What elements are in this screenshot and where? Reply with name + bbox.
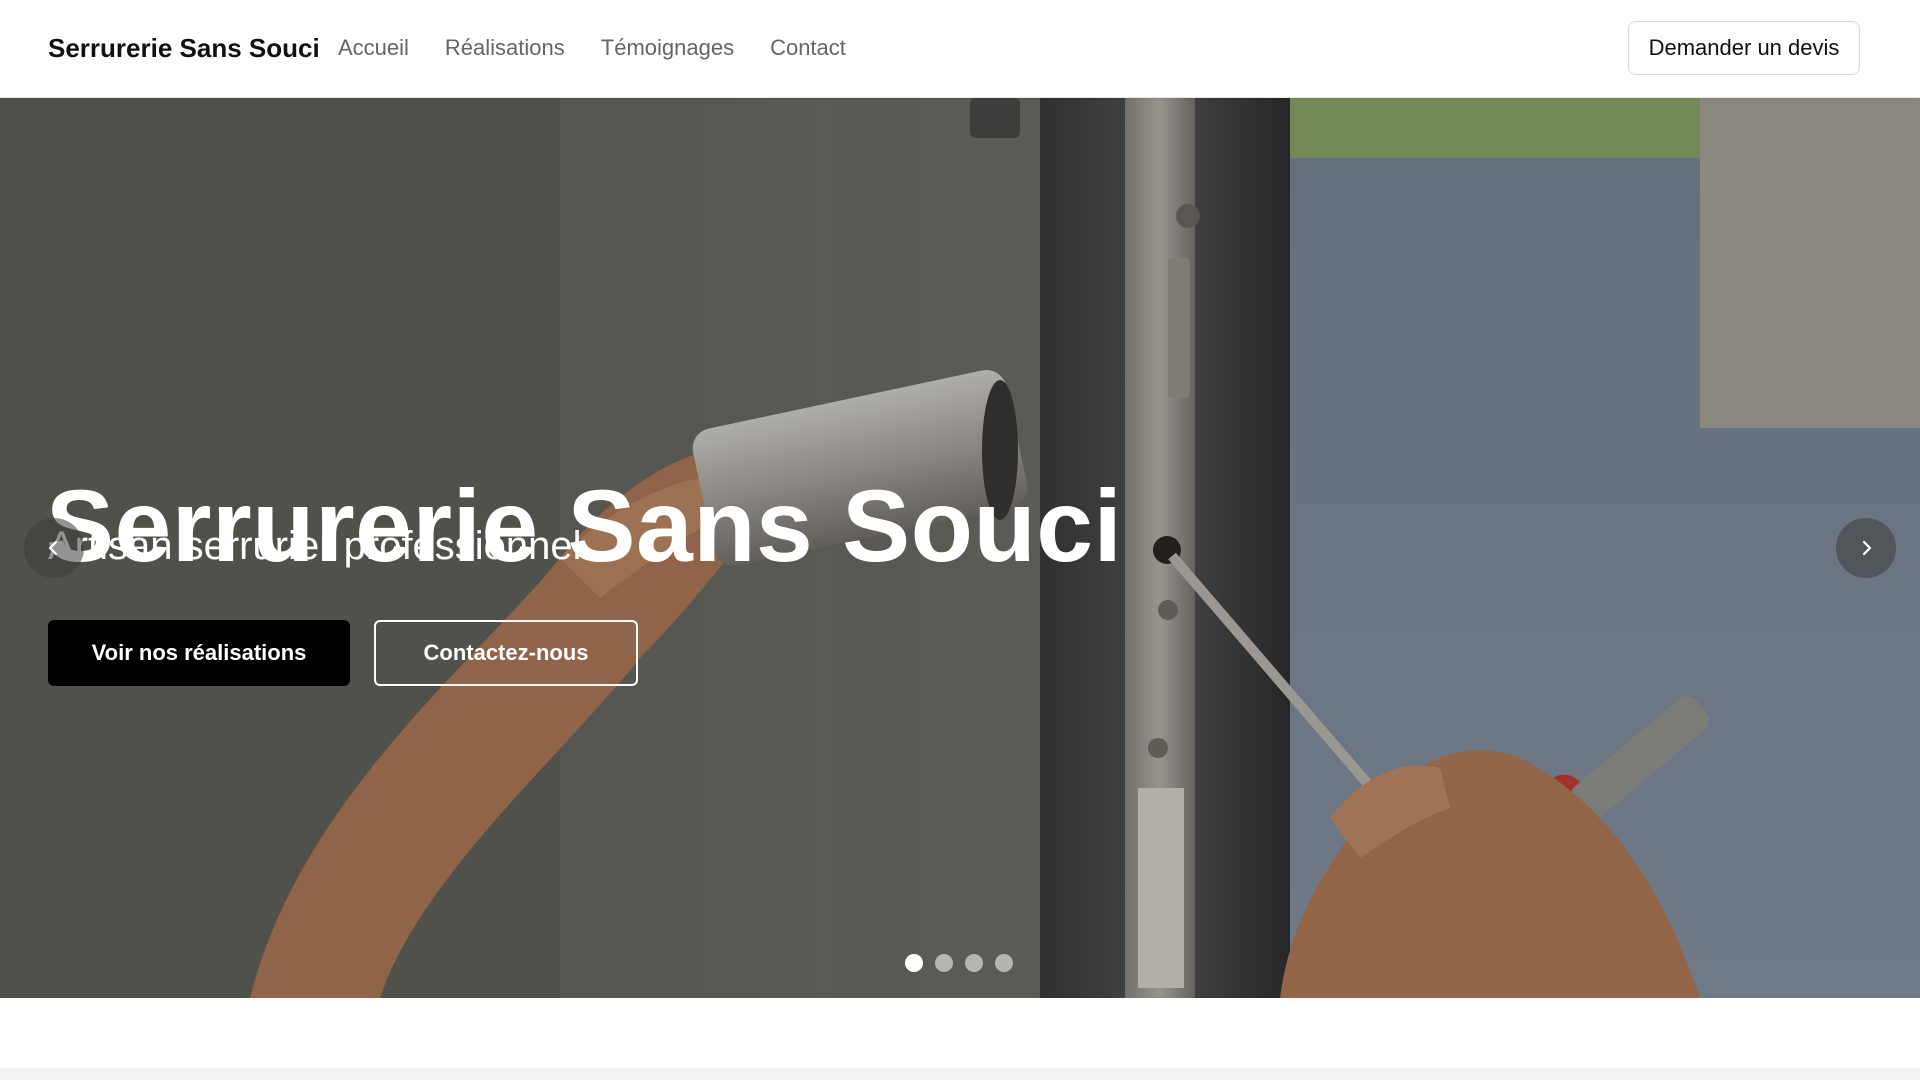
brand-logo-text[interactable]: Serrurerie Sans Souci <box>48 30 320 66</box>
main-nav: Accueil Réalisations Témoignages Contact <box>338 30 882 66</box>
carousel-dot[interactable] <box>995 954 1013 972</box>
chevron-right-icon <box>1862 540 1872 556</box>
nav-link-temoignages[interactable]: Témoignages <box>601 30 734 66</box>
nav-link-accueil[interactable]: Accueil <box>338 30 409 66</box>
carousel-dot[interactable] <box>935 954 953 972</box>
carousel-next-button[interactable] <box>1836 518 1896 578</box>
chevron-left-icon <box>48 540 58 556</box>
view-realisations-button[interactable]: Voir nos réalisations <box>48 620 350 686</box>
nav-link-contact[interactable]: Contact <box>770 30 846 66</box>
next-section-edge <box>0 1068 1920 1080</box>
nav-link-realisations[interactable]: Réalisations <box>445 30 565 66</box>
request-quote-button[interactable]: Demander un devis <box>1628 21 1860 75</box>
site-header: Serrurerie Sans Souci Accueil Réalisatio… <box>0 0 1920 98</box>
carousel-dot[interactable] <box>965 954 983 972</box>
carousel-prev-button[interactable] <box>24 518 84 578</box>
contact-us-button[interactable]: Contactez-nous <box>374 620 638 686</box>
carousel-dot[interactable] <box>905 954 923 972</box>
carousel-indicators <box>905 954 1013 972</box>
hero-subtitle: Artisan serrurier professionnel <box>48 524 582 568</box>
hero-carousel: Serrurerie Sans Souci Artisan serrurier … <box>0 98 1920 998</box>
